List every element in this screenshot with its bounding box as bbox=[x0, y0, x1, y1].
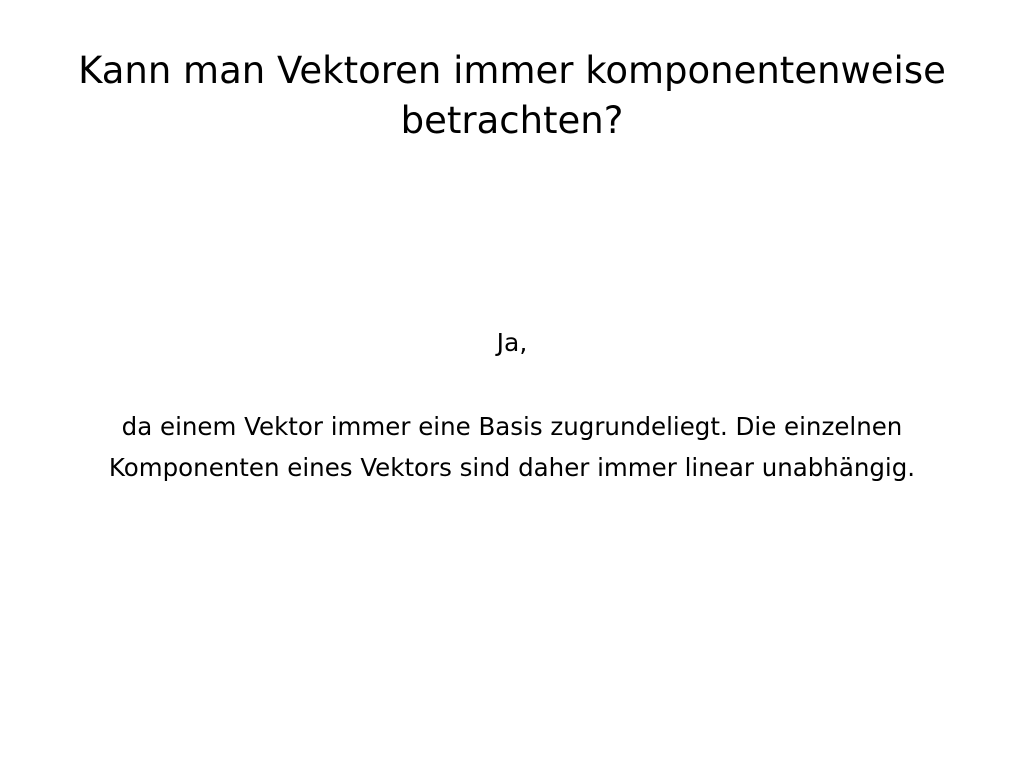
slide-title: Kann man Vektoren immer komponentenweise… bbox=[78, 49, 946, 142]
slide: Kann man Vektoren immer komponentenweise… bbox=[0, 0, 1024, 768]
answer-intro: Ja, bbox=[496, 328, 528, 357]
answer-block: Ja, da einem Vektor immer eine Basis zug… bbox=[40, 326, 984, 488]
answer-body: da einem Vektor immer eine Basis zugrund… bbox=[108, 412, 916, 482]
